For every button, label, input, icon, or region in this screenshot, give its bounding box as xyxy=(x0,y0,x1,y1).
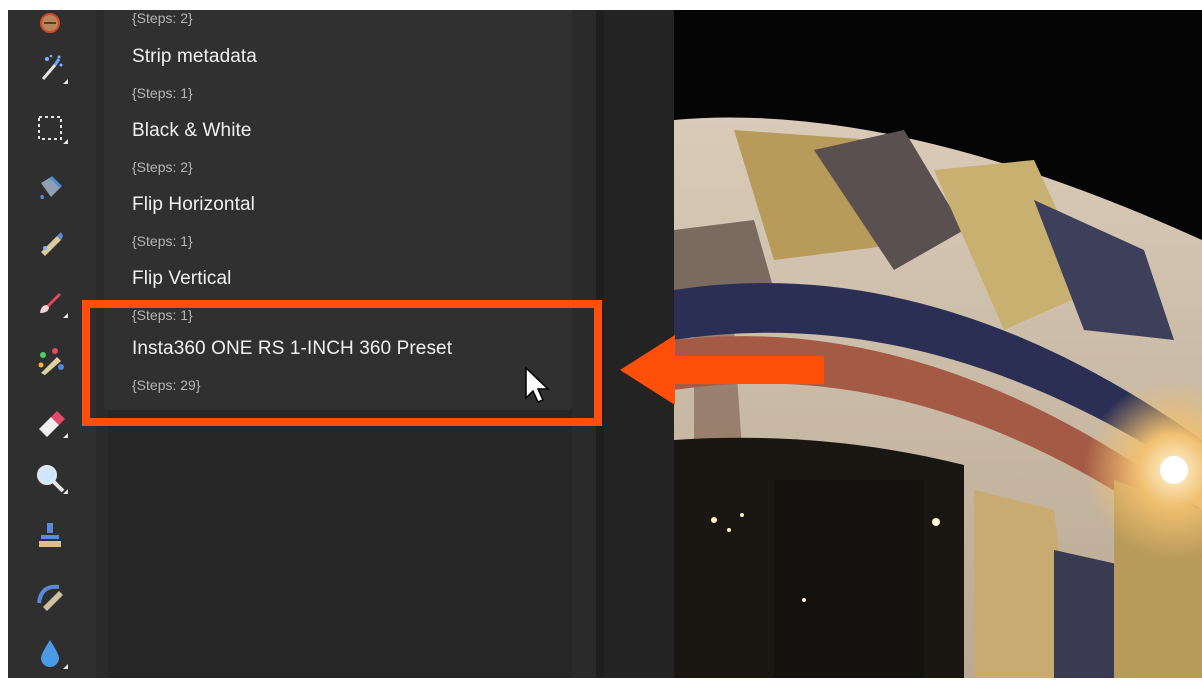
paint-brush-icon[interactable] xyxy=(32,284,68,320)
pencil-edit-icon[interactable] xyxy=(32,225,68,261)
macro-steps: {Steps: 1} xyxy=(132,233,193,249)
macro-item[interactable]: {Steps: 2} xyxy=(112,10,572,38)
eraser-icon[interactable] xyxy=(32,404,68,440)
arrow-pointer-icon xyxy=(620,335,824,405)
mouse-cursor-icon xyxy=(525,366,550,403)
zoom-icon[interactable] xyxy=(32,460,68,496)
macro-item[interactable]: Flip Horizontal {Steps: 1} xyxy=(112,188,572,258)
stamp-icon[interactable] xyxy=(32,518,68,554)
macro-name: Flip Horizontal xyxy=(132,194,255,215)
fill-bucket-icon[interactable] xyxy=(32,170,68,206)
brush-circle-icon[interactable] xyxy=(32,10,68,46)
macro-steps: {Steps: 1} xyxy=(132,85,193,101)
recolor-brush-icon[interactable] xyxy=(32,578,68,614)
macro-item[interactable]: Strip metadata {Steps: 1} xyxy=(112,40,572,110)
macro-name: Black & White xyxy=(132,120,252,141)
color-brush-icon[interactable] xyxy=(32,344,68,380)
marquee-selection-icon[interactable] xyxy=(32,110,68,146)
macro-name: Strip metadata xyxy=(132,46,257,67)
macro-item[interactable]: Black & White {Steps: 2} xyxy=(112,114,572,184)
macro-steps: {Steps: 2} xyxy=(132,159,193,175)
magic-wand-icon[interactable] xyxy=(32,50,68,86)
droplet-icon[interactable] xyxy=(32,635,68,671)
macro-steps: {Steps: 2} xyxy=(132,10,193,26)
highlight-frame xyxy=(82,300,602,426)
macro-name: Flip Vertical xyxy=(132,268,232,289)
